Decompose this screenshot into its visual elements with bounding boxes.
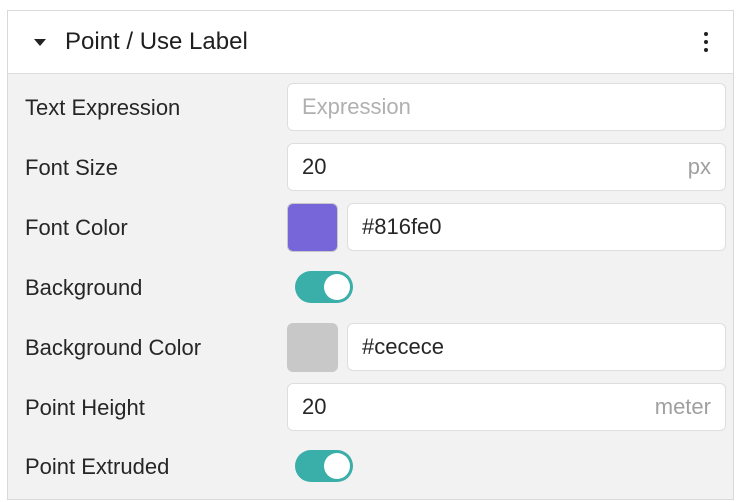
font-color-input[interactable] — [348, 204, 725, 250]
point-use-label-panel: Point / Use Label Text Expression Font S… — [7, 10, 734, 500]
panel-title: Point / Use Label — [65, 28, 248, 55]
point-extruded-row: Point Extruded — [8, 442, 733, 492]
background-color-field[interactable] — [347, 323, 726, 371]
font-size-row: Font Size px — [8, 143, 733, 193]
font-size-label: Font Size — [25, 155, 118, 180]
font-size-input[interactable] — [288, 144, 725, 190]
font-color-field[interactable] — [347, 203, 726, 251]
text-expression-input[interactable] — [288, 84, 725, 130]
background-toggle[interactable] — [295, 271, 353, 303]
text-expression-row: Text Expression — [8, 83, 733, 133]
text-expression-field[interactable] — [287, 83, 726, 131]
point-height-label: Point Height — [25, 395, 145, 420]
point-height-field[interactable]: meter — [287, 383, 726, 431]
font-size-field[interactable]: px — [287, 143, 726, 191]
panel-header[interactable]: Point / Use Label — [8, 11, 733, 74]
font-color-label: Font Color — [25, 215, 128, 240]
more-vertical-icon[interactable] — [702, 31, 710, 55]
point-height-row: Point Height meter — [8, 383, 733, 433]
background-color-swatch[interactable] — [287, 323, 338, 372]
font-color-row: Font Color — [8, 203, 733, 253]
toggle-knob — [324, 274, 350, 300]
toggle-knob — [324, 453, 350, 479]
background-color-input[interactable] — [348, 324, 725, 370]
point-height-unit: meter — [654, 394, 711, 419]
background-color-label: Background Color — [25, 335, 202, 360]
point-extruded-toggle[interactable] — [295, 450, 353, 482]
background-label: Background — [25, 275, 143, 300]
caret-down-icon[interactable] — [34, 39, 46, 46]
background-row: Background — [8, 263, 733, 313]
font-size-unit: px — [687, 154, 711, 179]
text-expression-label: Text Expression — [25, 95, 181, 120]
background-color-row: Background Color — [8, 323, 733, 373]
point-extruded-label: Point Extruded — [25, 454, 170, 479]
font-color-swatch[interactable] — [287, 203, 338, 252]
